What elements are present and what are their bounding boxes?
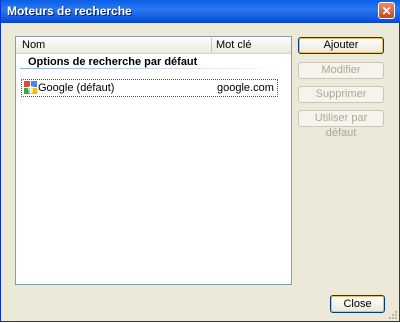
window-close-button[interactable]: ✕ <box>378 2 395 19</box>
column-header-keyword[interactable]: Mot clé <box>216 39 251 51</box>
search-engines-dialog: Moteurs de recherche ✕ Nom Mot clé Optio… <box>0 0 400 322</box>
group-label-default-options: Options de recherche par défaut <box>28 56 198 68</box>
list-header: Nom Mot clé <box>16 37 291 54</box>
resize-grip-icon[interactable] <box>387 309 397 319</box>
delete-button[interactable]: Supprimer <box>298 86 384 103</box>
group-divider <box>20 68 284 69</box>
engine-name: Google (défaut) <box>38 82 115 94</box>
close-button[interactable]: Close <box>330 295 385 313</box>
window-title: Moteurs de recherche <box>7 4 132 18</box>
set-default-button[interactable]: Utiliser par défaut <box>298 110 384 139</box>
engine-keyword: google.com <box>217 82 274 94</box>
google-icon: g <box>24 81 37 94</box>
search-engines-list[interactable]: Nom Mot clé Options de recherche par déf… <box>15 36 292 285</box>
svg-text:g: g <box>28 83 34 93</box>
close-icon: ✕ <box>381 4 392 18</box>
edit-button[interactable]: Modifier <box>298 62 384 79</box>
title-bar[interactable]: Moteurs de recherche ✕ <box>1 0 400 23</box>
column-header-name[interactable]: Nom <box>22 39 45 51</box>
add-button[interactable]: Ajouter <box>298 37 384 54</box>
column-separator[interactable] <box>211 38 212 52</box>
list-item[interactable]: g Google (défaut) google.com <box>21 79 278 97</box>
